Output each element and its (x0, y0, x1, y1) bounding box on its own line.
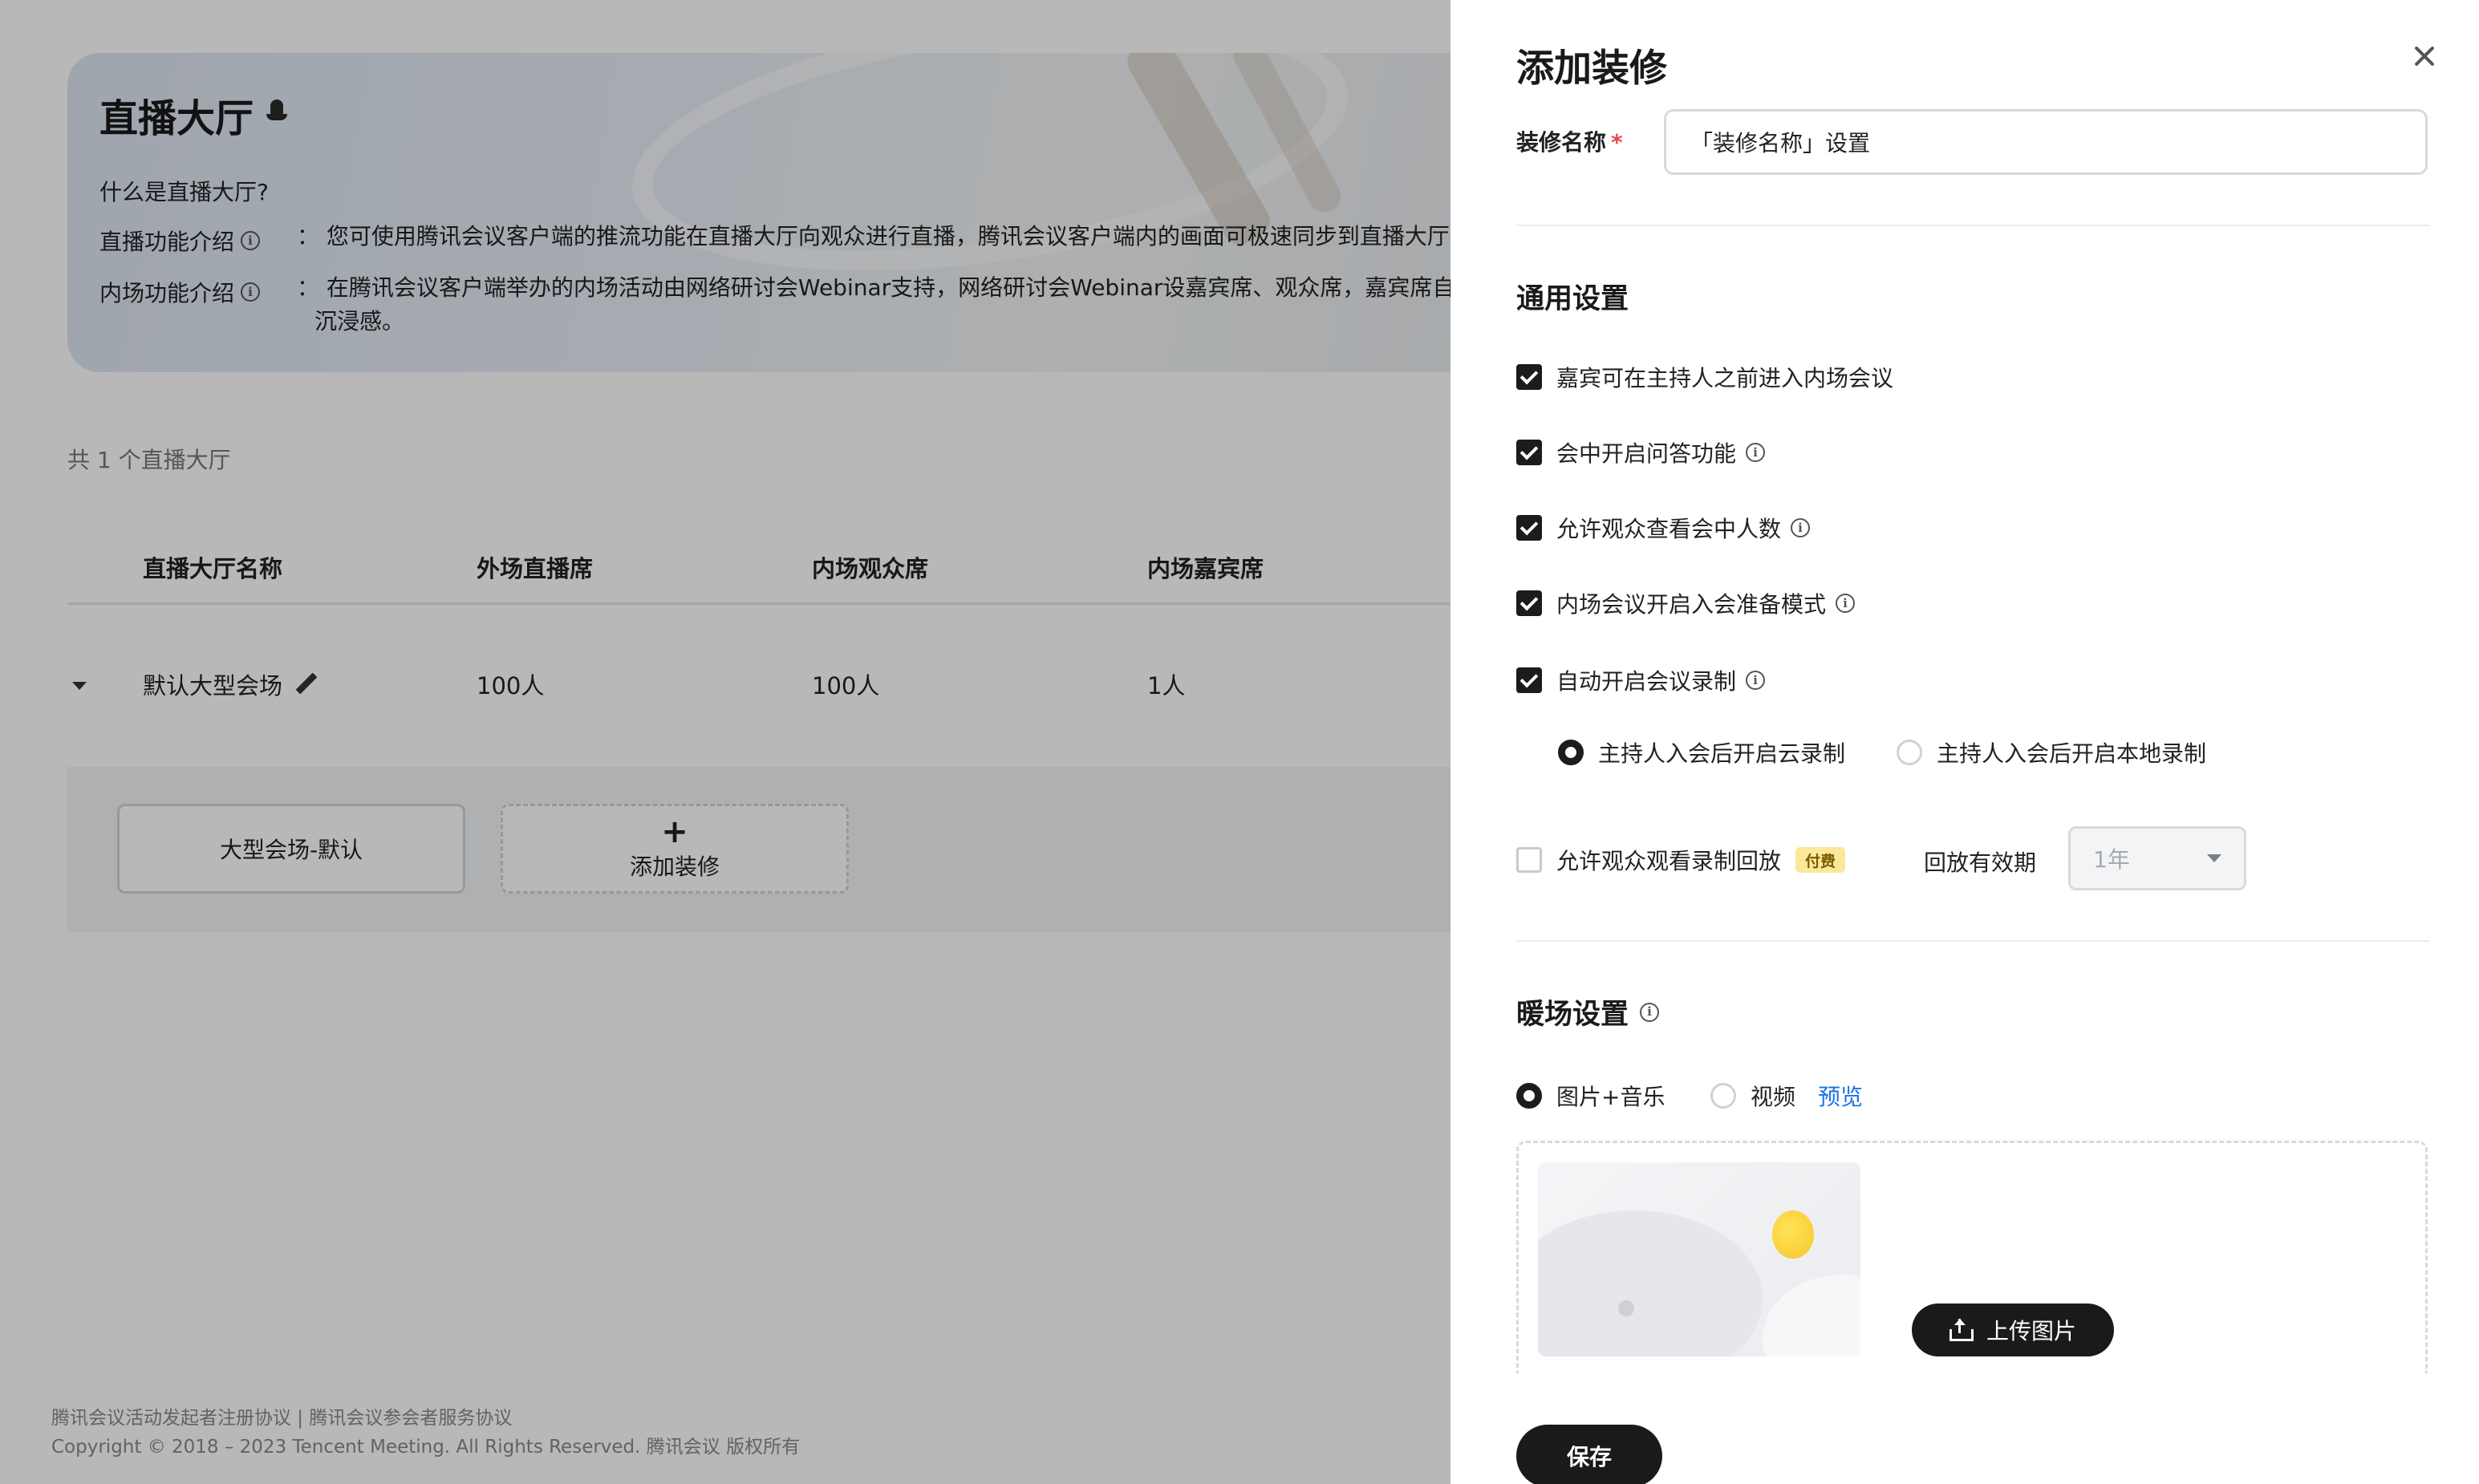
option-label: 会中开启问答功能 (1556, 440, 1737, 467)
info-icon[interactable]: i (1836, 594, 1856, 613)
radio-label: 图片+音乐 (1556, 1084, 1666, 1110)
option-label: 内场会议开启入会准备模式 (1556, 591, 1827, 618)
save-button[interactable]: 保存 (1516, 1425, 1662, 1484)
option-label: 自动开启会议录制 (1556, 668, 1737, 695)
record-mode-local[interactable]: 主持人入会后开启本地录制 (1897, 736, 2206, 768)
option-show-attendee-count[interactable]: 允许观众查看会中人数 i (1516, 512, 1811, 544)
chevron-down-icon (2207, 854, 2221, 862)
record-mode-cloud[interactable]: 主持人入会后开启云录制 (1558, 736, 1845, 768)
warmup-mode-video[interactable]: 视频 预览 (1710, 1080, 1863, 1112)
info-icon[interactable]: i (1746, 443, 1766, 462)
option-label: 允许观众观看录制回放 (1556, 848, 1782, 874)
paid-badge: 付费 (1795, 847, 1846, 873)
option-guest-early-entry[interactable]: 嘉宾可在主持人之前进入内场会议 (1516, 361, 1893, 393)
info-icon[interactable]: i (1791, 518, 1811, 537)
drawer-title: 添加装修 (1516, 47, 1667, 91)
option-auto-record[interactable]: 自动开启会议录制 i (1516, 664, 1766, 696)
checkbox[interactable] (1516, 590, 1542, 616)
image-upload-area: 上传图片 (1516, 1141, 2428, 1373)
general-settings-title: 通用设置 (1516, 276, 1629, 317)
info-icon[interactable]: i (1640, 1002, 1660, 1022)
checkbox[interactable] (1516, 515, 1542, 541)
image-placeholder (1538, 1162, 1860, 1356)
warmup-mode-image-music[interactable]: 图片+音乐 (1516, 1080, 1665, 1112)
option-qa[interactable]: 会中开启问答功能 i (1516, 436, 1766, 468)
decoration-name-input[interactable] (1664, 109, 2428, 175)
upload-icon (1949, 1319, 1974, 1341)
upload-image-button[interactable]: 上传图片 (1912, 1304, 2114, 1356)
close-icon[interactable] (2412, 43, 2437, 69)
radio[interactable] (1710, 1083, 1736, 1109)
info-icon[interactable]: i (1746, 671, 1766, 690)
checkbox[interactable] (1516, 667, 1542, 693)
radio-label: 主持人入会后开启本地录制 (1937, 740, 2207, 767)
playback-validity-label: 回放有效期 (1924, 849, 2037, 876)
playback-validity-select[interactable]: 1年 (2068, 826, 2246, 890)
checkbox[interactable] (1516, 847, 1542, 873)
preview-link[interactable]: 预览 (1818, 1080, 1863, 1112)
decoration-name-label: 装修名称 * (1516, 125, 1623, 157)
radio-label: 视频 (1751, 1084, 1796, 1110)
option-prep-mode[interactable]: 内场会议开启入会准备模式 i (1516, 587, 1856, 619)
general-settings-title-text: 通用设置 (1516, 283, 1629, 315)
required-mark: * (1611, 129, 1623, 156)
warmup-settings-title: 暖场设置 i (1516, 991, 1660, 1032)
divider (1516, 940, 2429, 942)
divider (1516, 225, 2429, 226)
option-label: 嘉宾可在主持人之前进入内场会议 (1556, 365, 1894, 391)
radio[interactable] (1516, 1083, 1542, 1109)
checkbox[interactable] (1516, 364, 1542, 390)
radio[interactable] (1558, 740, 1584, 765)
upload-image-label: 上传图片 (1986, 1318, 2076, 1344)
warmup-settings-title-text: 暖场设置 (1516, 999, 1629, 1031)
radio[interactable] (1897, 740, 1922, 765)
select-value: 1年 (2093, 846, 2130, 873)
radio-label: 主持人入会后开启云录制 (1598, 740, 1846, 767)
decoration-name-label-text: 装修名称 (1516, 129, 1607, 156)
option-playback[interactable]: 允许观众观看录制回放 付费 (1516, 844, 1846, 876)
checkbox[interactable] (1516, 440, 1542, 465)
add-decoration-drawer: 添加装修 装修名称* 通用设置 嘉宾可在主持人之前进入内场会议 会中开启问答功能… (1450, 0, 2479, 1484)
option-label: 允许观众查看会中人数 (1556, 516, 1782, 542)
